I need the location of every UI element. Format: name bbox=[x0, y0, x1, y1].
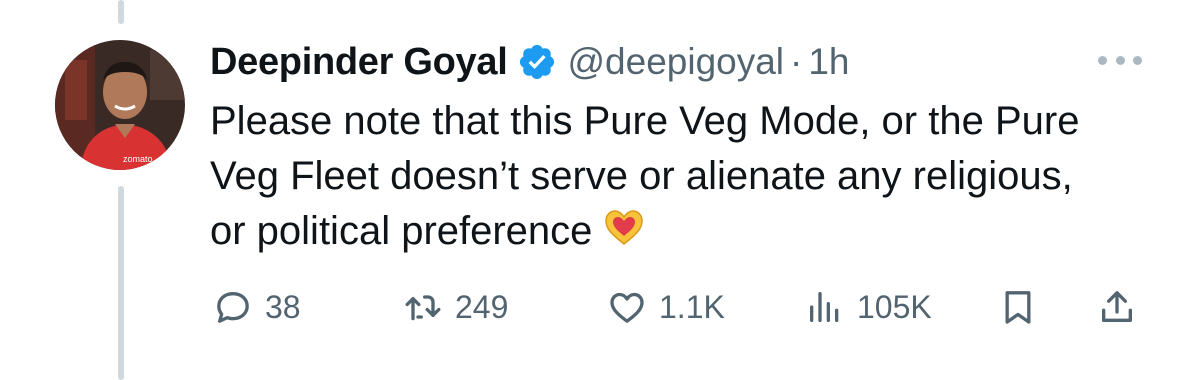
repost-count: 249 bbox=[455, 288, 509, 325]
avatar-shirt-text: zomato bbox=[123, 154, 153, 164]
author-name[interactable]: Deepinder Goyal bbox=[210, 41, 508, 84]
like-count: 1.1K bbox=[659, 288, 725, 325]
bookmark-icon bbox=[1005, 291, 1031, 324]
views-count: 105K bbox=[857, 288, 932, 325]
like-button[interactable]: 1.1K bbox=[607, 282, 725, 332]
tweet-actions: 38 249 1.1K 105K bbox=[0, 282, 1200, 332]
views-button[interactable]: 105K bbox=[805, 282, 932, 332]
tweet-body: Please note that this Pure Veg Mode, or … bbox=[210, 94, 1110, 259]
bookmark-button[interactable] bbox=[998, 282, 1038, 332]
reply-count: 38 bbox=[265, 288, 301, 325]
verified-badge-icon[interactable] bbox=[517, 42, 557, 82]
like-icon bbox=[610, 292, 644, 323]
author-handle[interactable]: @deepigoyal bbox=[567, 41, 784, 83]
share-button[interactable] bbox=[1097, 282, 1137, 332]
repost-button[interactable]: 249 bbox=[403, 282, 508, 332]
tweet-header: Deepinder Goyal @deepigoyal · 1h bbox=[210, 36, 850, 88]
share-icon bbox=[1102, 291, 1132, 322]
views-icon bbox=[810, 292, 839, 322]
reply-button[interactable]: 38 bbox=[213, 282, 301, 332]
thread-line-top bbox=[118, 0, 124, 24]
repost-icon bbox=[405, 295, 441, 321]
reply-icon bbox=[217, 292, 249, 323]
heart-hands-emoji bbox=[602, 206, 646, 250]
more-icon[interactable] bbox=[1098, 50, 1142, 70]
timestamp[interactable]: 1h bbox=[808, 41, 849, 83]
avatar-image: zomato bbox=[55, 40, 185, 170]
separator-dot: · bbox=[790, 41, 803, 82]
avatar[interactable]: zomato bbox=[55, 40, 185, 170]
